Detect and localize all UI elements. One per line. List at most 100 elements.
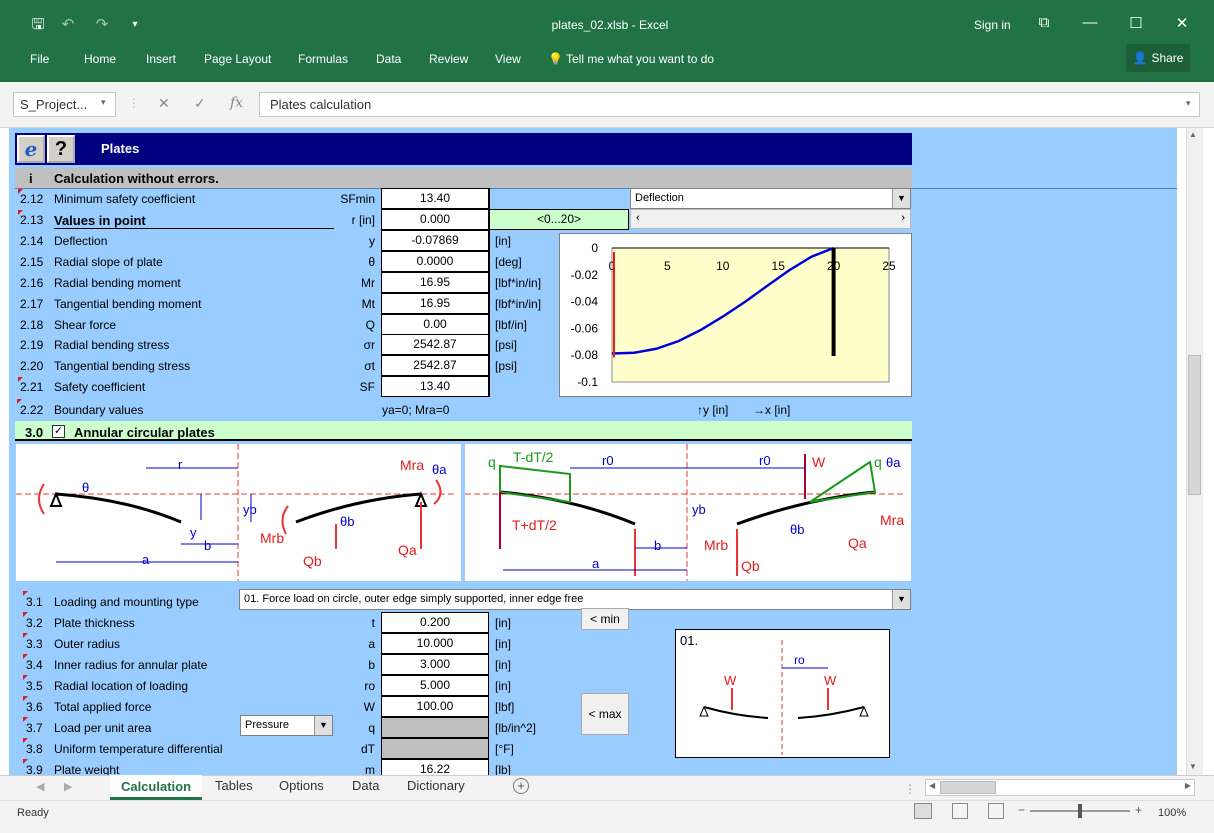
vertical-scroll-thumb[interactable]: [1188, 355, 1201, 495]
tab-view[interactable]: View: [495, 52, 521, 66]
comment-indicator[interactable]: [23, 759, 28, 764]
tab-file[interactable]: File: [30, 52, 49, 66]
row-input[interactable]: 5.000: [381, 675, 489, 696]
person-icon: 👤: [1132, 51, 1148, 65]
share-button[interactable]: 👤 Share: [1126, 44, 1190, 72]
tab-calculation[interactable]: Calculation: [110, 775, 202, 800]
maximize-icon[interactable]: ☐: [1122, 14, 1150, 32]
tab-scroll-left-icon[interactable]: ◀: [36, 780, 44, 793]
close-icon[interactable]: ✕: [1168, 14, 1196, 32]
cancel-icon[interactable]: ✕: [158, 95, 170, 112]
point-scrollbar[interactable]: ‹ ›: [630, 209, 911, 229]
tab-split-handle[interactable]: ⋮: [904, 782, 916, 796]
row-value[interactable]: 0.000: [381, 209, 489, 230]
drag-handle-icon[interactable]: ⋮: [128, 96, 140, 110]
zoom-thumb[interactable]: [1078, 804, 1082, 818]
row-value: 13.40: [381, 376, 489, 397]
minimize-icon[interactable]: —: [1076, 14, 1104, 31]
y-tick-label: -0.1: [577, 375, 598, 389]
save-icon[interactable]: 🖫: [28, 16, 48, 34]
comment-indicator[interactable]: [23, 654, 28, 659]
row-input[interactable]: [381, 738, 489, 759]
zoom-in-icon[interactable]: +: [1135, 803, 1142, 817]
row-unit: [in]: [495, 616, 512, 630]
comment-indicator[interactable]: [18, 210, 23, 215]
row-symbol: b: [368, 658, 375, 672]
comment-indicator[interactable]: [23, 696, 28, 701]
name-box-dropdown-icon[interactable]: ▾: [101, 97, 106, 108]
chart-type-select[interactable]: Deflection ▼: [630, 188, 911, 209]
diag-label-b: b: [204, 538, 212, 553]
tab-tables[interactable]: Tables: [215, 778, 253, 793]
loading-type-sketch: 01. W ro W: [675, 629, 890, 758]
comment-indicator[interactable]: [23, 717, 28, 722]
comment-indicator[interactable]: [18, 377, 23, 382]
max-button[interactable]: < max: [581, 693, 629, 735]
tab-page-layout[interactable]: Page Layout: [204, 52, 271, 66]
tab-dictionary[interactable]: Dictionary: [407, 778, 465, 793]
tab-data-sheet[interactable]: Data: [352, 778, 379, 793]
row-input[interactable]: 3.000: [381, 654, 489, 675]
zoom-out-icon[interactable]: −: [1018, 803, 1025, 817]
comment-indicator[interactable]: [23, 633, 28, 638]
sketch-label-w1: W: [724, 673, 737, 688]
loading-type-select[interactable]: 01. Force load on circle, outer edge sim…: [239, 589, 911, 610]
tab-formulas[interactable]: Formulas: [298, 52, 348, 66]
scroll-right-icon[interactable]: ›: [901, 212, 905, 224]
tab-home[interactable]: Home: [84, 52, 116, 66]
hscroll-right-icon[interactable]: ▶: [1185, 781, 1191, 790]
zoom-level[interactable]: 100%: [1158, 807, 1186, 819]
scroll-down-icon[interactable]: ▼: [1189, 762, 1197, 771]
tab-review[interactable]: Review: [429, 52, 468, 66]
horizontal-scrollbar[interactable]: ◀ ▶: [925, 779, 1195, 796]
section3-checkbox[interactable]: ✓: [52, 425, 65, 438]
diag-label-r: r: [178, 457, 183, 472]
ribbon-display-icon[interactable]: ⧉: [1030, 14, 1058, 31]
tab-options[interactable]: Options: [279, 778, 324, 793]
scroll-left-icon[interactable]: ‹: [636, 212, 640, 224]
expand-formula-icon[interactable]: ▾: [1186, 98, 1191, 109]
diag-label-q: q: [488, 454, 496, 470]
row-unit: [lb/in^2]: [495, 721, 536, 735]
customize-qat-icon[interactable]: ▾: [128, 16, 142, 34]
comment-indicator[interactable]: [23, 738, 28, 743]
page-layout-view-icon[interactable]: [952, 803, 968, 819]
page-break-view-icon[interactable]: [988, 803, 1004, 819]
redo-icon[interactable]: ↷: [92, 16, 112, 34]
pressure-select[interactable]: Pressure ▼: [240, 715, 333, 736]
comment-indicator[interactable]: [17, 399, 22, 404]
ie-icon[interactable]: e: [17, 135, 45, 163]
row-num: 2.13: [20, 213, 44, 227]
row-label: Plate thickness: [54, 616, 135, 630]
tab-scroll-right-icon[interactable]: ▶: [64, 780, 72, 793]
comment-indicator[interactable]: [18, 189, 23, 194]
row-input[interactable]: 100.00: [381, 696, 489, 717]
hscroll-thumb[interactable]: [940, 781, 996, 794]
diag-label-t-minus: T-dT/2: [513, 449, 554, 465]
x-tick-label: 25: [882, 259, 896, 273]
tab-insert[interactable]: Insert: [146, 52, 176, 66]
enter-icon[interactable]: ✓: [194, 95, 206, 112]
min-button[interactable]: < min: [581, 608, 629, 630]
tell-me-search[interactable]: Tell me what you want to do: [566, 52, 714, 66]
hscroll-left-icon[interactable]: ◀: [929, 781, 935, 790]
add-sheet-icon[interactable]: +: [513, 778, 529, 794]
scroll-up-icon[interactable]: ▲: [1189, 130, 1197, 139]
diag-label-qb: Qb: [303, 553, 322, 569]
tab-data[interactable]: Data: [376, 52, 401, 66]
insert-function-icon[interactable]: fx: [230, 95, 243, 111]
row-input[interactable]: 0.200: [381, 612, 489, 633]
comment-indicator[interactable]: [23, 591, 28, 596]
row-num: 3.1: [23, 591, 43, 609]
comment-indicator[interactable]: [23, 612, 28, 617]
help-icon[interactable]: ?: [47, 135, 75, 163]
comment-indicator[interactable]: [23, 675, 28, 680]
normal-view-icon[interactable]: [914, 803, 932, 819]
page-title: Plates: [101, 141, 140, 156]
row-input[interactable]: [381, 717, 489, 738]
formula-input[interactable]: Plates calculation: [259, 92, 1200, 117]
undo-icon[interactable]: ↶: [58, 16, 78, 34]
row-value: -0.07869: [381, 230, 489, 251]
row-input[interactable]: 10.000: [381, 633, 489, 654]
sign-in-link[interactable]: Sign in: [974, 18, 1011, 32]
